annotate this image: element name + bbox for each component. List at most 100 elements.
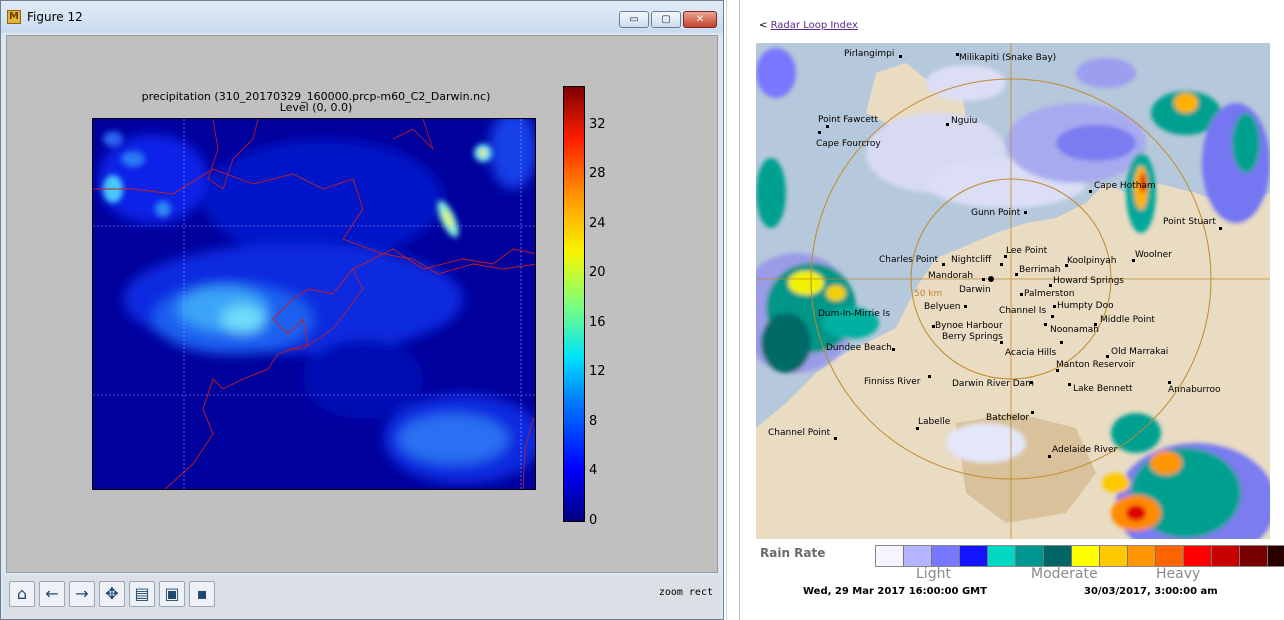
place-label: Koolpinyah [1067,256,1117,266]
radar-loop-index-link[interactable]: Radar Loop Index [771,20,858,31]
page-scrollbar-edge [739,0,740,620]
save-button[interactable]: ▪ [189,581,215,607]
place-label: Acacia Hills [1005,348,1057,358]
place-dot [1053,305,1056,308]
place-dot [899,55,902,58]
place-label: Nightcliff [951,255,992,265]
place-label: Darwin River Dam [952,379,1034,389]
colorbar-tick: 32 [589,117,606,132]
place-dot [946,123,949,126]
minimize-button[interactable]: ▭ [619,11,649,28]
plot-title: precipitation (310_20170329_160000.prcp-… [111,91,521,113]
radar-image: Pirlangimpi Milikapiti (Snake Bay) Point… [756,43,1270,539]
place-dot [1049,284,1052,287]
place-label: Channel Is [999,306,1047,316]
close-button[interactable]: ✕ [683,11,717,28]
scale-swatch [876,546,904,566]
place-label: Lee Point [1006,246,1048,256]
place-label: Charles Point [879,255,939,265]
place-label: Cape Hotham [1094,181,1156,191]
colorbar-tick: 0 [589,513,598,528]
scale-swatch [1184,546,1212,566]
place-label: Point Fawcett [818,115,878,125]
scale-swatch [1240,546,1268,566]
place-label: Palmerston [1024,289,1075,299]
rain-rate-scale [875,545,1284,567]
radar-loop-nav: < Radar Loop Index [759,20,858,31]
scale-heavy-label: Heavy [1156,566,1201,582]
place-label: Howard Springs [1053,276,1124,286]
place-label: Batchelor [986,413,1030,423]
place-dot [1048,455,1051,458]
place-dot [1168,381,1171,384]
colorbar-tick: 20 [589,265,606,280]
place-label: Noonamah [1050,325,1099,335]
pan-button[interactable]: ✥ [99,581,125,607]
place-dot [1060,341,1063,344]
place-label: Darwin [959,285,991,295]
place-dot [818,131,821,134]
colorbar-tick: 16 [589,315,606,330]
home-button[interactable]: ⌂ [9,581,35,607]
place-dot [1068,383,1071,386]
place-dot [1051,315,1054,318]
plot-title-line2: Level (0, 0.0) [279,101,353,114]
place-label: Nguiu [951,116,978,126]
precipitation-plot[interactable] [92,118,536,490]
place-label: Channel Point [768,428,831,438]
colorbar-tick: 28 [589,166,606,181]
scale-swatch [1268,546,1284,566]
place-label: Pirlangimpi [844,49,895,59]
place-label: Old Marrakai [1111,347,1169,357]
window-title: Figure 12 [27,10,83,24]
colorbar-tick: 4 [589,463,598,478]
colorbar-tick: 24 [589,216,606,231]
forward-button[interactable]: → [69,581,95,607]
scale-swatch [1156,546,1184,566]
place-label: Milikapiti (Snake Bay) [959,53,1057,63]
place-dot [1015,273,1018,276]
place-dot [928,375,931,378]
place-label: Cape Fourcroy [816,139,881,149]
place-dot [964,305,967,308]
zoom-rect-button[interactable]: ▣ [159,581,185,607]
place-label: Belyuen [924,302,961,312]
place-dot [982,278,985,281]
timestamp-utc: Wed, 29 Mar 2017 16:00:00 GMT [803,586,987,597]
place-label: Point Stuart [1163,217,1216,227]
place-dot [1044,323,1047,326]
figure-window: M Figure 12 ▭ ▢ ✕ precipitation (310_201… [0,0,724,620]
scale-swatch [1072,546,1100,566]
colorbar [563,86,585,522]
place-label: Finniss River [864,377,921,387]
timestamp-local: 30/03/2017, 3:00:00 am [1084,586,1218,597]
place-dot [1106,355,1109,358]
place-label: Mandorah [928,271,974,281]
navigation-toolbar: ⌂ ← → ✥ ▤ ▣ ▪ zoom rect [3,575,721,619]
place-label: Lake Bennett [1073,384,1133,394]
scale-swatch [960,546,988,566]
place-label: Manton Reservoir [1056,360,1135,370]
scale-swatch [1016,546,1044,566]
maximize-button[interactable]: ▢ [651,11,681,28]
place-dot [1219,227,1222,230]
place-label: Gunn Point [971,208,1021,218]
place-dot [1020,293,1023,296]
window-titlebar[interactable]: M Figure 12 ▭ ▢ ✕ [1,1,723,33]
scale-swatch [1212,546,1240,566]
back-button[interactable]: ← [39,581,65,607]
place-dot [1000,263,1003,266]
configure-subplots-button[interactable]: ▤ [129,581,155,607]
matplotlib-app-icon: M [7,10,21,24]
range-ring-label: 50 km [914,289,943,299]
colorbar-tick: 8 [589,414,598,429]
precipitation-field [93,119,535,489]
scale-swatch [904,546,932,566]
scale-swatch [1044,546,1072,566]
place-label: Labelle [918,417,951,427]
scale-swatch [988,546,1016,566]
place-label: Middle Point [1100,315,1155,325]
scale-moderate-label: Moderate [1031,566,1098,582]
place-dot [826,125,829,128]
scale-light-label: Light [916,566,951,582]
